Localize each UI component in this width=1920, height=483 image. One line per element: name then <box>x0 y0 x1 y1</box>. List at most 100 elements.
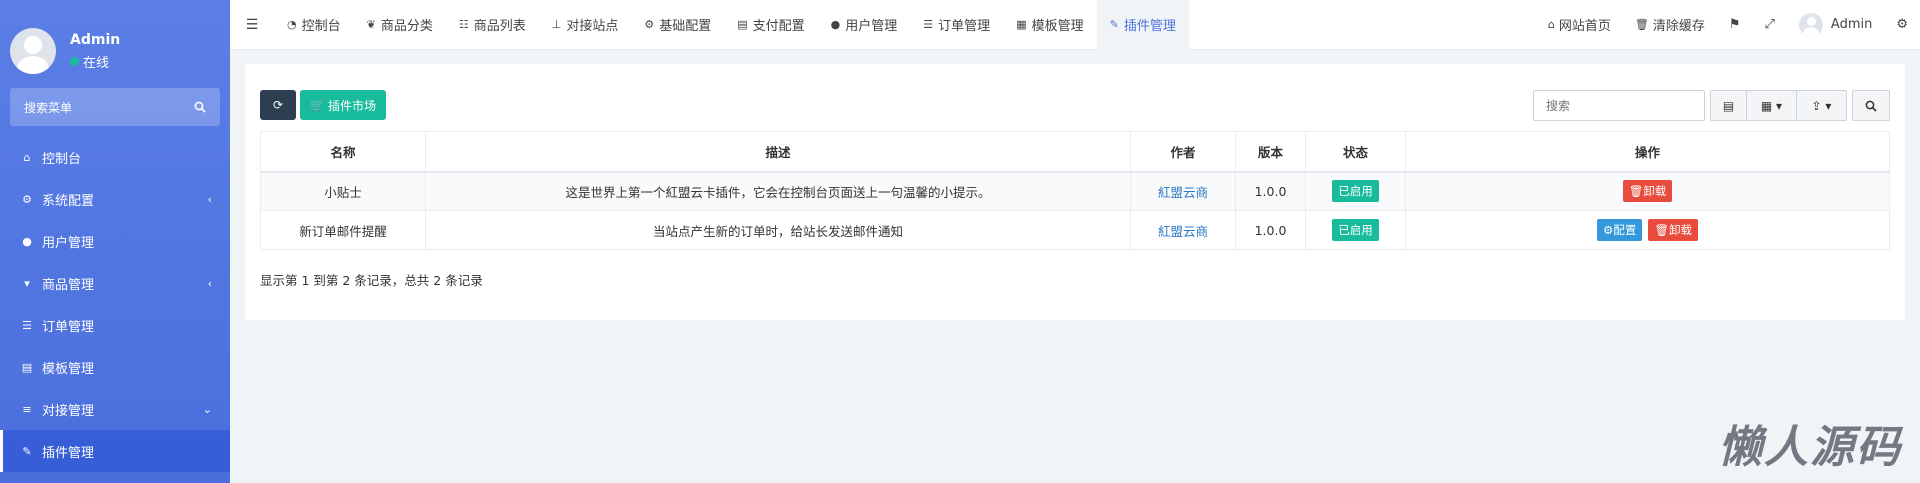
sidebar-item-users[interactable]: ● 用户管理 <box>0 220 230 262</box>
tab-dashboard[interactable]: ◔ 控制台 <box>274 0 354 50</box>
sidebar-item-label: 控制台 <box>42 151 82 167</box>
search-icon <box>1865 100 1877 112</box>
language-icon[interactable]: ⚑ <box>1717 17 1753 32</box>
tab-label: 支付配置 <box>752 19 805 34</box>
sidebar-item-dashboard[interactable]: ⌂ 控制台 <box>0 136 230 178</box>
nav-tabs: ◔ 控制台 ❦ 商品分类 ☷ 商品列表 ⊥ 对接站点 ⚙ 基础配置 ▤ 支付配置 ● 用户管理… <box>274 0 1189 50</box>
tab-goods-list[interactable]: ☷ 商品列表 <box>446 0 539 50</box>
columns-button[interactable]: ▦ ▾ <box>1747 90 1797 121</box>
column-header[interactable]: 版本 <box>1235 131 1306 173</box>
export-button[interactable]: ⇪ ▾ <box>1797 90 1847 121</box>
gear-icon: ⚙ <box>1603 223 1614 237</box>
dashboard-icon: ◔ <box>287 18 297 31</box>
actions-cell: ⚙配置 🗑卸载 <box>1405 210 1890 250</box>
clear-cache-label: 清除缓存 <box>1652 19 1705 34</box>
sidebar-item-plugins[interactable]: ✎ 插件管理 <box>0 430 230 472</box>
table-header-row: 名称 描述 作者 版本 状态 操作 <box>260 131 1890 173</box>
plugin-version: 1.0.0 <box>1235 210 1306 250</box>
tab-label: 插件管理 <box>1123 19 1176 34</box>
tab-label: 商品分类 <box>380 19 433 34</box>
tab-plugin-management[interactable]: ✎ 插件管理 <box>1096 0 1189 50</box>
tab-order-management[interactable]: ☰ 订单管理 <box>910 0 1003 50</box>
toolbar: ⟳ 🛒 插件市场 <box>260 90 386 120</box>
table-row: 新订单邮件提醒 当站点产生新的订单时，给站长发送邮件通知 紅盟云商 1.0.0 … <box>260 210 1890 250</box>
export-icon: ⇪ ▾ <box>1811 98 1832 113</box>
column-header[interactable]: 操作 <box>1405 131 1890 173</box>
pagination-summary: 显示第 1 到第 2 条记录，总共 2 条记录 <box>260 273 483 288</box>
site-home-link[interactable]: ⌂ 网站首页 <box>1536 15 1623 34</box>
column-header[interactable]: 描述 <box>425 131 1131 173</box>
sidebar-item-system-config[interactable]: ⚙ 系统配置 ‹ <box>0 178 230 220</box>
column-header[interactable]: 名称 <box>260 131 426 173</box>
online-dot-icon <box>70 56 79 66</box>
plugin-description: 这是世界上第一个紅盟云卡插件，它会在控制台页面送上一句温馨的小提示。 <box>425 171 1131 211</box>
chevron-left-icon: ‹ <box>207 192 212 206</box>
plugin-author-link[interactable]: 紅盟云商 <box>1130 171 1236 211</box>
status-cell: 已启用 <box>1305 210 1406 250</box>
search-menu-input[interactable]: 搜索菜单 <box>10 88 220 126</box>
plug-icon: ✎ <box>1109 18 1119 31</box>
user-info: Admin 在线 <box>70 32 120 71</box>
tab-template-management[interactable]: ▦ 模板管理 <box>1003 0 1096 50</box>
tab-user-management[interactable]: ● 用户管理 <box>818 0 911 50</box>
hamburger-menu-icon[interactable]: ☰ <box>230 17 274 33</box>
user-status-label: 在线 <box>83 55 110 71</box>
status-cell: 已启用 <box>1305 171 1406 211</box>
sidebar-item-docking[interactable]: ≡ 对接管理 ⌄ <box>0 388 230 430</box>
fullscreen-icon[interactable]: ⤢ <box>1753 17 1787 32</box>
gear-icon: ⚙ <box>644 18 655 31</box>
advanced-search-button[interactable] <box>1852 90 1890 121</box>
chevron-left-icon: ‹ <box>207 276 212 290</box>
config-button[interactable]: ⚙配置 <box>1597 219 1643 241</box>
tab-docking-sites[interactable]: ⊥ 对接站点 <box>539 0 632 50</box>
sliders-icon: ≡ <box>22 402 32 416</box>
tool-group: ▤ ▦ ▾ ⇪ ▾ <box>1710 90 1847 121</box>
plugin-name: 新订单邮件提醒 <box>260 210 426 250</box>
trash-icon: 🗑 <box>1628 184 1644 199</box>
refresh-button[interactable]: ⟳ <box>260 90 296 120</box>
tab-label: 模板管理 <box>1031 19 1084 34</box>
sidebar-item-label: 对接管理 <box>42 403 95 419</box>
admin-menu[interactable]: Admin <box>1787 12 1884 37</box>
table-view-icon: ▤ <box>1722 98 1735 113</box>
sitemap-icon: ⊥ <box>551 18 562 31</box>
plugin-name: 小贴士 <box>260 171 426 211</box>
sidebar-item-label: 插件管理 <box>42 445 95 461</box>
table-search-input[interactable] <box>1533 90 1705 121</box>
plug-icon: ✎ <box>22 444 32 458</box>
server-icon: ▤ <box>737 18 748 31</box>
user-icon: ● <box>830 18 841 31</box>
tab-payment-config[interactable]: ▤ 支付配置 <box>724 0 817 50</box>
plugin-author-link[interactable]: 紅盟云商 <box>1130 210 1236 250</box>
site-home-label: 网站首页 <box>1558 19 1611 34</box>
sidebar-item-templates[interactable]: ▤ 模板管理 <box>0 346 230 388</box>
toggle-view-button[interactable]: ▤ <box>1710 90 1747 121</box>
sidebar-item-label: 系统配置 <box>42 193 95 209</box>
leaf-icon: ❦ <box>366 18 376 31</box>
search-icon[interactable] <box>194 101 206 113</box>
plugin-table: 名称 描述 作者 版本 状态 操作 小贴士 这是世界上第一个紅盟云卡插件，它会在… <box>260 131 1890 250</box>
sidebar-item-goods[interactable]: ▾ 商品管理 ‹ <box>0 262 230 304</box>
uninstall-button[interactable]: 🗑卸载 <box>1648 219 1698 241</box>
tab-goods-category[interactable]: ❦ 商品分类 <box>354 0 446 50</box>
column-header[interactable]: 作者 <box>1130 131 1236 173</box>
settings-gears-icon[interactable]: ⚙ <box>1884 17 1920 32</box>
sidebar-item-orders[interactable]: ☰ 订单管理 <box>0 304 230 346</box>
user-name: Admin <box>70 31 121 48</box>
search-menu-label: 搜索菜单 <box>24 100 73 115</box>
plugin-panel: ⟳ 🛒插件市场 ▤ ▦ ▾ ⇪ ▾ 名称 描述 作者 版本 状态 操作 <box>245 64 1905 320</box>
tab-basic-config[interactable]: ⚙ 基础配置 <box>631 0 724 50</box>
sidebar: Admin 在线 搜索菜单 ⌂ 控制台 ⚙ 系统配置 ‹ ● 用户管理 ▾ 商品… <box>0 0 230 483</box>
sidebar-item-label: 用户管理 <box>42 235 95 251</box>
table-tools: ▤ ▦ ▾ ⇪ ▾ <box>1533 90 1890 121</box>
template-icon: ▤ <box>21 360 33 374</box>
column-header[interactable]: 状态 <box>1305 131 1406 173</box>
status-badge[interactable]: 已启用 <box>1332 180 1379 203</box>
uninstall-button[interactable]: 🗑卸载 <box>1622 180 1673 203</box>
config-label: 配置 <box>1613 223 1637 237</box>
clear-cache-button[interactable]: 🗑 清除缓存 <box>1623 15 1717 34</box>
status-badge[interactable]: 已启用 <box>1332 219 1379 241</box>
sidebar-item-label: 订单管理 <box>42 319 95 335</box>
avatar[interactable] <box>10 28 56 74</box>
plugin-market-button[interactable]: 🛒 插件市场 <box>300 90 386 120</box>
